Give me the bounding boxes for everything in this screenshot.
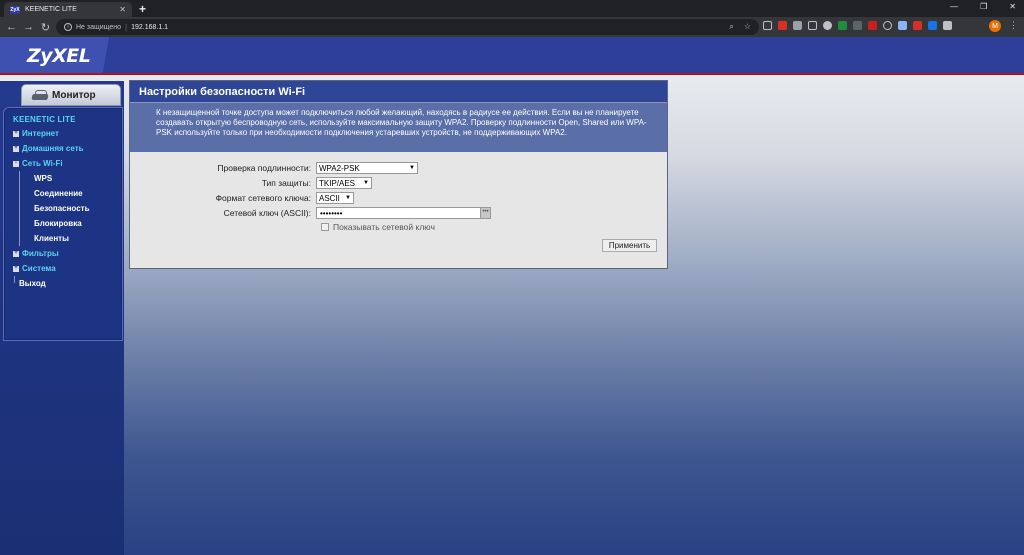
extension-puzzle-icon[interactable] <box>943 21 952 30</box>
extension-blue-icon[interactable] <box>928 21 937 30</box>
expand-icon[interactable]: + <box>13 265 19 272</box>
browser-toolbar: ← → ↻ i Не защищено | 192.168.1.1 ⌕ ☆ М … <box>0 17 1024 37</box>
sidebar-item-label: Выход <box>19 279 46 288</box>
sidebar-item-blocking[interactable]: Блокировка <box>13 216 119 231</box>
show-key-label: Показывать сетевой ключ <box>333 222 435 232</box>
back-icon[interactable]: ← <box>3 21 20 33</box>
wifi-security-panel: Настройки безопасности Wi-Fi К незащищен… <box>129 80 668 269</box>
browser-menu-icon[interactable]: ⋮ <box>1009 20 1018 31</box>
apply-button[interactable]: Применить <box>602 239 657 252</box>
sidebar-item-home-network[interactable]: + Домашняя сеть <box>13 141 119 156</box>
extension-green-icon[interactable] <box>838 21 847 30</box>
show-key-checkbox[interactable] <box>321 223 329 231</box>
close-tab-icon[interactable]: ✕ <box>119 5 126 14</box>
panel-description: К незащищенной точке доступа может подкл… <box>130 103 667 152</box>
profile-avatar[interactable]: М <box>989 20 1001 32</box>
protection-value: TKIP/AES <box>319 178 356 188</box>
extension-alert-icon[interactable] <box>868 21 877 30</box>
extension-circle-icon[interactable] <box>823 21 832 30</box>
sidebar-menu: KEENETIC LITE + Интернет + Домашняя сеть… <box>13 115 119 291</box>
page-title: Настройки безопасности Wi-Fi <box>130 81 667 103</box>
sidebar-item-label: Интернет <box>22 129 59 138</box>
extension-red-icon[interactable] <box>778 21 787 30</box>
address-bar[interactable]: i Не защищено | 192.168.1.1 ⌕ ☆ <box>56 19 759 35</box>
sidebar-item-logout[interactable]: Выход <box>13 276 119 291</box>
reload-icon[interactable]: ↻ <box>37 21 54 34</box>
device-name: KEENETIC LITE <box>13 115 76 124</box>
separator: | <box>125 22 128 32</box>
protection-label: Тип защиты: <box>261 178 311 188</box>
security-form: Проверка подлинности: WPA2-PSK ▼ Тип защ… <box>130 152 667 269</box>
zyxel-logo: ZyXEL <box>27 45 91 67</box>
extension-play-icon[interactable] <box>913 21 922 30</box>
protection-row: Тип защиты: TKIP/AES ▼ <box>130 176 372 190</box>
auth-row: Проверка подлинности: WPA2-PSK ▼ <box>130 161 418 175</box>
key-format-value: ASCII <box>319 193 340 203</box>
password-manager-icon[interactable]: ••• <box>480 207 491 219</box>
sidebar-item-label: Домашняя сеть <box>22 144 84 153</box>
monitor-tab-label: Монитор <box>52 89 96 101</box>
sidebar-item-label: Соединение <box>34 189 83 198</box>
auth-select[interactable]: WPA2-PSK ▼ <box>316 162 418 174</box>
restore-icon[interactable]: ❐ <box>980 2 987 11</box>
sidebar-item-connection[interactable]: Соединение <box>13 186 119 201</box>
dropdown-arrow-icon: ▼ <box>363 180 369 186</box>
bookmark-star-icon[interactable]: ☆ <box>744 22 751 32</box>
sidebar-item-label: WPS <box>34 174 53 183</box>
sidebar-item-internet[interactable]: + Интернет <box>13 126 119 141</box>
network-key-value: •••••••• <box>320 208 343 218</box>
sidebar-item-wifi[interactable]: - Сеть Wi-Fi <box>13 156 119 171</box>
extensions-bar <box>763 21 952 30</box>
collapse-icon[interactable]: - <box>13 160 19 167</box>
key-format-row: Формат сетевого ключа: ASCII ▼ <box>130 191 354 205</box>
extension-dark-icon[interactable] <box>853 21 862 30</box>
sidebar-item-filters[interactable]: + Фильтры <box>13 246 119 261</box>
zoom-icon[interactable]: ⌕ <box>729 22 733 32</box>
sidebar-item-label: Клиенты <box>34 234 69 243</box>
minimize-icon[interactable]: — <box>950 2 958 11</box>
sidebar-item-label: Сеть Wi-Fi <box>22 159 63 168</box>
key-format-label: Формат сетевого ключа: <box>215 193 311 203</box>
sidebar-item-security[interactable]: Безопасность <box>13 201 119 216</box>
auth-label: Проверка подлинности: <box>217 163 311 173</box>
router-page: ZyXEL Монитор KEENETIC LITE + Интернет +… <box>0 37 1024 555</box>
extension-pen-icon[interactable] <box>898 21 907 30</box>
dropdown-arrow-icon: ▼ <box>345 195 351 201</box>
new-tab-button[interactable]: + <box>139 2 146 16</box>
forward-icon[interactable]: → <box>20 21 37 33</box>
info-icon[interactable]: i <box>64 23 72 31</box>
url-text[interactable]: 192.168.1.1 <box>131 24 168 31</box>
extension-camera-icon[interactable] <box>808 21 817 30</box>
browser-tabstrip: ZyX KEENETIC LITE ✕ + — ❐ ✕ <box>0 0 1024 17</box>
extension-gray-icon[interactable] <box>793 21 802 30</box>
pocket-icon[interactable] <box>763 21 772 30</box>
dropdown-arrow-icon: ▼ <box>409 165 415 171</box>
browser-tab[interactable]: ZyX KEENETIC LITE ✕ <box>4 2 132 17</box>
expand-icon[interactable]: + <box>13 145 19 152</box>
key-label: Сетевой ключ (ASCII): <box>223 208 311 218</box>
sidebar-item-label: Система <box>22 264 56 273</box>
sidebar-item-label: Фильтры <box>22 249 59 258</box>
sidebar-item-system[interactable]: + Система <box>13 261 119 276</box>
expand-icon[interactable]: + <box>13 130 19 137</box>
sidebar-item-wps[interactable]: WPS <box>13 171 119 186</box>
favicon-icon: ZyX <box>10 5 20 14</box>
expand-icon[interactable]: + <box>13 250 19 257</box>
show-key-row: Показывать сетевой ключ <box>321 222 435 232</box>
tab-title: KEENETIC LITE <box>25 6 77 13</box>
protection-select[interactable]: TKIP/AES ▼ <box>316 177 372 189</box>
key-format-select[interactable]: ASCII ▼ <box>316 192 354 204</box>
monitor-tab[interactable]: Монитор <box>21 84 121 106</box>
auth-value: WPA2-PSK <box>319 163 360 173</box>
sidebar-item-clients[interactable]: Клиенты <box>13 231 119 246</box>
extension-chat-icon[interactable] <box>883 21 892 30</box>
close-window-icon[interactable]: ✕ <box>1009 2 1016 11</box>
key-row: Сетевой ключ (ASCII): •••••••• ••• <box>130 206 491 220</box>
window-controls: — ❐ ✕ <box>950 2 1016 11</box>
router-icon <box>32 89 48 101</box>
insecure-label: Не защищено <box>76 23 121 31</box>
sidebar-item-label: Безопасность <box>34 204 90 213</box>
network-key-input[interactable]: •••••••• ••• <box>316 207 491 219</box>
sidebar-item-label: Блокировка <box>34 219 82 228</box>
